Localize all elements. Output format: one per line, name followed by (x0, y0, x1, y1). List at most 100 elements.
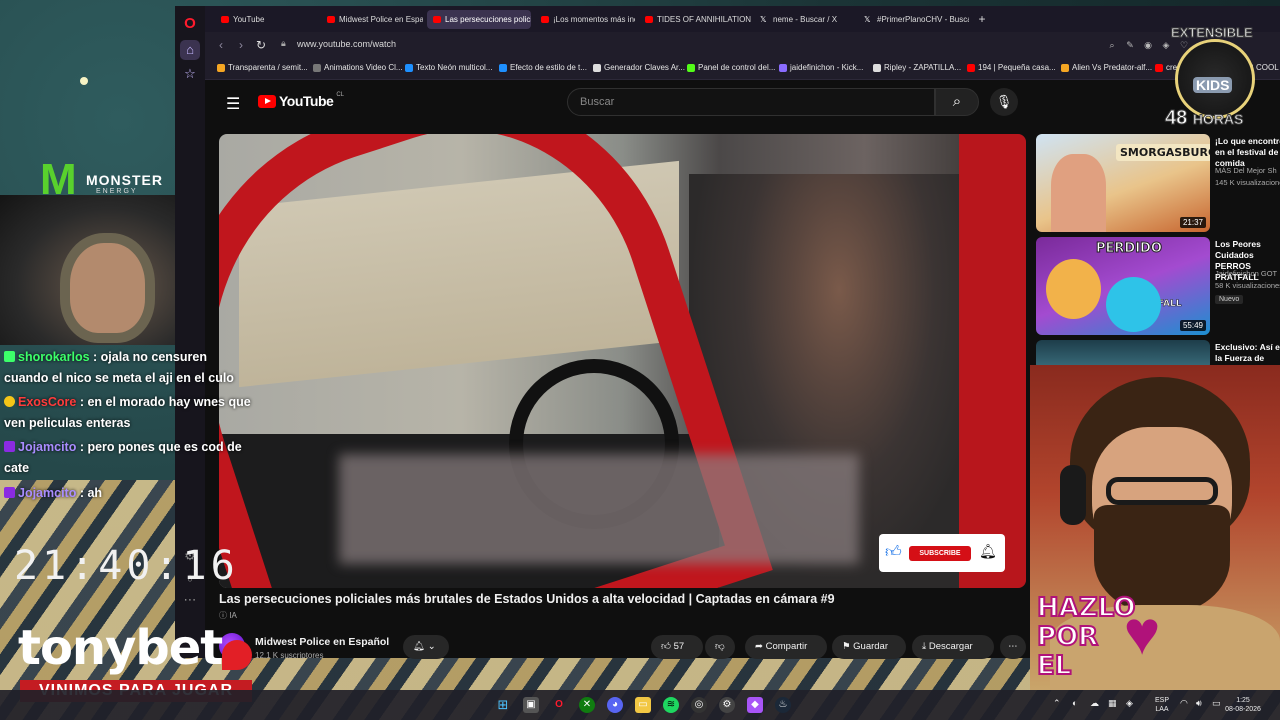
youtube-play-icon (258, 94, 276, 108)
view-count: 58 K visualizaciones (1215, 281, 1280, 290)
tab-midwest-police[interactable]: Midwest Police en Españo (321, 10, 423, 29)
video-duration: 21:37 (1179, 217, 1206, 228)
bookmark-item[interactable]: Alien Vs Predator-alf... (1061, 63, 1152, 72)
language-code: ESP (1154, 697, 1169, 704)
tray-cloud-icon[interactable]: ☁ (1090, 698, 1099, 709)
tab-persecuciones[interactable]: Las persecuciones policiales (427, 10, 531, 29)
tab-label: Midwest Police en Españo (339, 15, 423, 24)
video-thumbnail[interactable]: PERDIDO PRATFALL 55:49 (1036, 237, 1210, 335)
chat-badge-icon (4, 351, 15, 362)
windows-start-icon[interactable]: ⊞ (495, 697, 511, 713)
share-button[interactable]: ➦ Compartir (745, 635, 827, 659)
headphones-icon (1060, 465, 1086, 525)
more-options-icon[interactable]: ⋯ (180, 590, 200, 610)
tray-date: 08-08-2026 (1225, 706, 1261, 713)
url-field[interactable]: www.youtube.com/watch (297, 39, 396, 49)
language-indicator[interactable]: ESP LAA (1150, 696, 1174, 714)
more-actions-icon[interactable]: ⋯ (1000, 635, 1026, 659)
discord-icon[interactable]: ◕ (607, 697, 623, 713)
file-explorer-icon[interactable]: ▭ (635, 697, 651, 713)
like-button[interactable]: 👍︎ 57 (651, 635, 703, 659)
bookmark-star-icon[interactable]: ☆ (180, 64, 200, 84)
tray-time: 1:25 (1236, 697, 1250, 704)
bookmark-item[interactable]: Animations Video Cl... (313, 63, 403, 72)
tab-label: YouTube (233, 15, 265, 24)
opera-gx-icon[interactable]: O (551, 697, 567, 713)
bookmark-item[interactable]: Texto Neón multicol... (405, 63, 492, 72)
opera-logo-icon[interactable]: O (180, 14, 200, 34)
notification-bell-button[interactable]: 🔔︎ ⌄ (403, 635, 449, 659)
bookmark-item[interactable]: Ripley - ZAPATILLA... (873, 63, 961, 72)
wifi-icon[interactable]: ◠ (1180, 698, 1188, 709)
forward-arrow-icon[interactable]: › (233, 37, 249, 53)
bookmark-item[interactable]: 194 | Pequeña casa... (967, 63, 1056, 72)
search-input[interactable]: Buscar (567, 88, 935, 116)
chat-username: shorokarlos (18, 350, 90, 364)
task-view-icon[interactable]: ▣ (523, 697, 539, 713)
bookmark-item[interactable]: jaidefinichon - Kick... (779, 63, 863, 72)
spotify-icon[interactable]: ≋ (663, 697, 679, 713)
reload-icon[interactable]: ↻ (253, 37, 269, 53)
sponsor-logo-mark (222, 640, 252, 670)
back-arrow-icon[interactable]: ‹ (213, 37, 229, 53)
settings-gear-icon[interactable]: ⚙ (719, 697, 735, 713)
bookmarks-bar: Transparenta / semit... Animations Video… (205, 58, 1280, 80)
tray-expand-icon[interactable]: ⌃ (1053, 698, 1061, 709)
bookmark-item[interactable]: Panel de control del... (687, 63, 775, 72)
volume-icon[interactable]: 🔊︎ (1196, 698, 1202, 709)
monster-claw-icon: M (40, 155, 77, 204)
windows-taskbar: ⊞ ▣ O ✕ ◕ ▭ ≋ ◎ ⚙ ◆ ♨ ⌃ ◐ ☁ ▦ ◈ ESP LAA ◠… (0, 690, 1280, 720)
youtube-favicon-icon (327, 16, 335, 23)
moon-decoration (80, 77, 88, 85)
bookmark-item[interactable]: Transparenta / semit... (217, 63, 308, 72)
video-thumbnail[interactable]: SMORGASBURG 21:37 (1036, 134, 1210, 232)
badge-middle-text: KIDS (1193, 77, 1233, 93)
menu-hamburger-icon[interactable]: ☰ (226, 94, 240, 114)
tab-x-primerplano[interactable]: 𝕏 #PrimerPlanoCHV - Busca (859, 10, 969, 29)
channel-name[interactable]: Midwest Police en Español (255, 636, 389, 648)
tray-app-icon[interactable]: ▦ (1108, 698, 1117, 709)
youtube-favicon-icon (645, 16, 653, 23)
obs-icon[interactable]: ◎ (691, 697, 707, 713)
share-label: Compartir (765, 641, 808, 652)
tray-app-icon[interactable]: ◈ (1126, 698, 1133, 709)
youtube-wordmark: YouTube (279, 93, 334, 109)
camera-icon[interactable]: ◉ (1141, 38, 1155, 52)
video-title: ¡Lo que encontré en el festival de comid… (1215, 136, 1280, 168)
microphone-icon[interactable]: 🎙︎ (990, 88, 1018, 116)
home-icon[interactable]: ⌂ (180, 40, 200, 60)
edit-icon[interactable]: ✎ (1123, 38, 1137, 52)
save-button[interactable]: ⚑ Guardar (832, 635, 906, 659)
badge-number: 48 (1164, 107, 1188, 130)
tab-x-neme[interactable]: 𝕏neme - Buscar / X (755, 10, 855, 29)
dislike-button[interactable]: 👎︎ (705, 635, 735, 659)
thumbs-up-icon: 👍︎ (885, 544, 902, 561)
bookmark-item[interactable]: Efecto de estilo de t... (499, 63, 587, 72)
app-gem-icon[interactable]: ◆ (747, 697, 763, 713)
subscribe-overlay-button[interactable]: SUBSCRIBE (909, 546, 971, 561)
subscribe-overlay[interactable]: 👍︎ SUBSCRIBE 🔔︎ (879, 534, 1005, 572)
tab-tides[interactable]: TIDES OF ANNIHILATION (639, 10, 751, 29)
xbox-icon[interactable]: ✕ (579, 697, 595, 713)
steam-icon[interactable]: ♨ (775, 697, 791, 713)
youtube-logo[interactable]: YouTube CL (258, 92, 344, 109)
lock-icon: 🔒︎ (281, 38, 286, 48)
new-tab-plus-icon[interactable]: + (975, 12, 989, 26)
search-icon[interactable]: ⌕ (935, 88, 979, 116)
bookmark-item[interactable]: Generador Claves Ar... (593, 63, 685, 72)
download-button[interactable]: ⤓ Descargar (912, 635, 994, 659)
tab-youtube[interactable]: YouTube (215, 10, 315, 29)
tab-label: ¡Los momentos más incre (553, 15, 635, 24)
recommended-video[interactable]: PERDIDO PRATFALL 55:49 Los Peores Cuidad… (1036, 237, 1280, 335)
search-page-icon[interactable]: ⌕ (1105, 38, 1119, 52)
recommended-video[interactable]: SMORGASBURG 21:37 ¡Lo que encontré en el… (1036, 134, 1280, 232)
channel-name: MÁS Del Mejor Sh (1215, 166, 1277, 175)
chat-username: Jojamcito (18, 486, 77, 500)
chat-message: Jojamcito : pero pones que es cod de cat… (4, 440, 242, 475)
clock-tray[interactable]: 1:25 08-08-2026 (1218, 696, 1268, 714)
video-player[interactable]: 👍︎ SUBSCRIBE 🔔︎ (219, 134, 1026, 588)
tab-momentos[interactable]: ¡Los momentos más incre (535, 10, 635, 29)
region-code: CL (336, 92, 344, 98)
youtube-favicon-icon (433, 16, 441, 23)
tray-app-icon[interactable]: ◐ (1072, 698, 1077, 708)
